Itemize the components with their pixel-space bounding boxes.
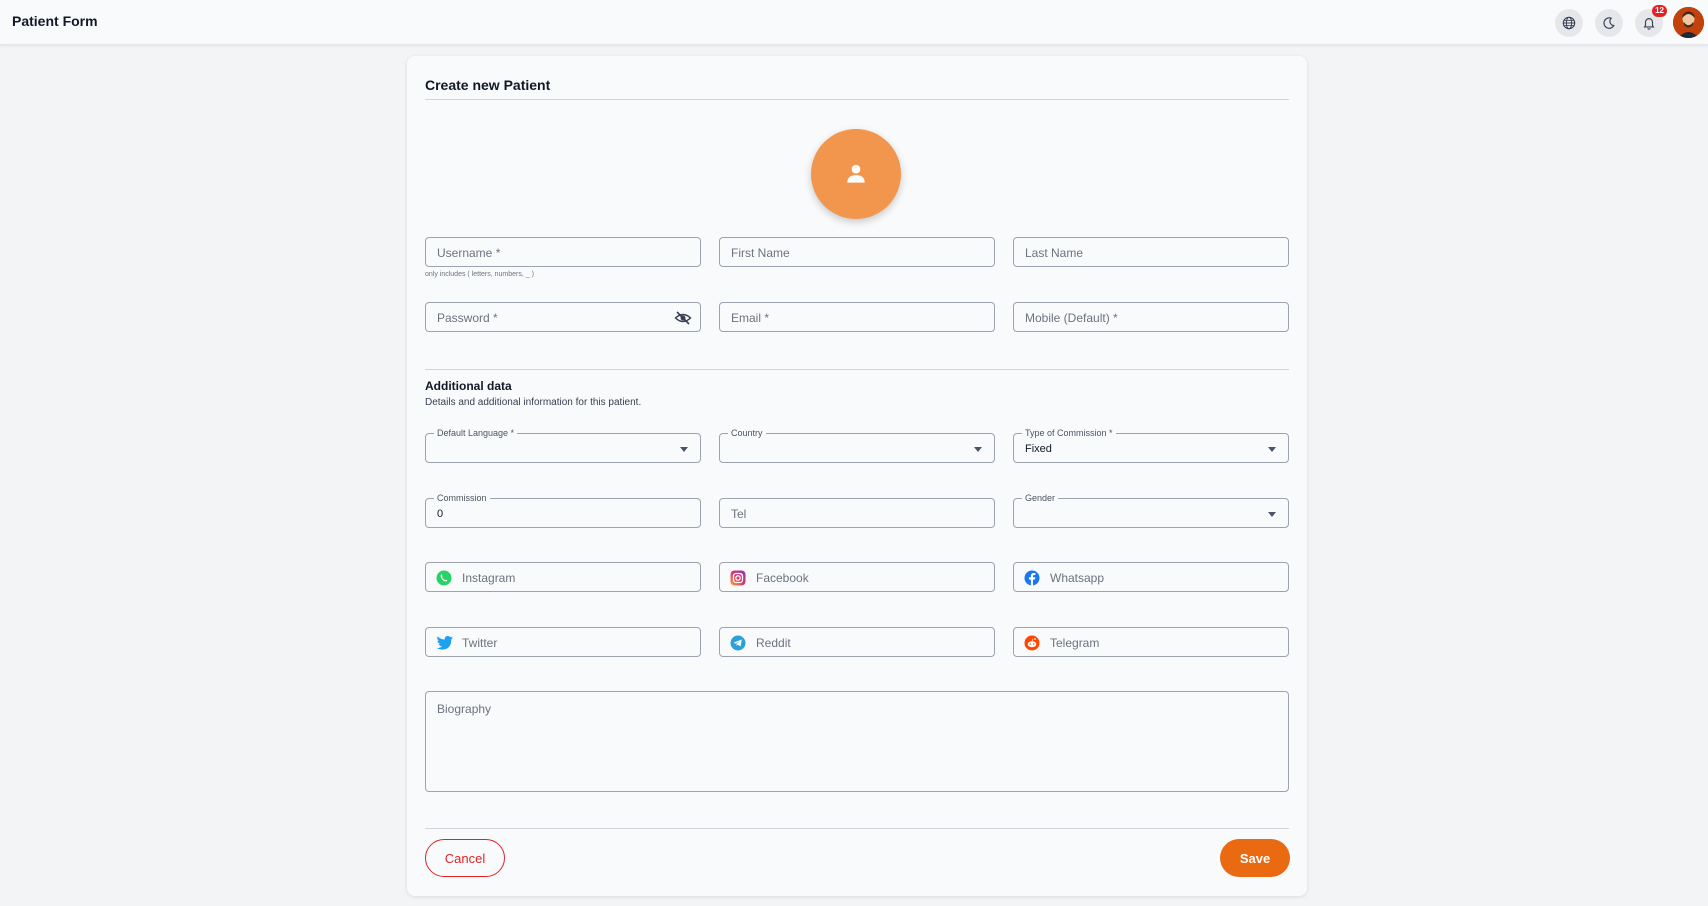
profile-photo-upload[interactable]: [811, 129, 901, 219]
username-field[interactable]: Username *: [425, 237, 701, 267]
first-name-placeholder: First Name: [731, 246, 790, 260]
commission-type-value: Fixed: [1025, 443, 1052, 455]
commission-type-select[interactable]: Type of Commission * Fixed: [1013, 428, 1289, 463]
country-select[interactable]: Country: [719, 428, 995, 463]
gender-select[interactable]: Gender: [1013, 493, 1289, 528]
mobile-field[interactable]: Mobile (Default) *: [1013, 302, 1289, 332]
page-title: Patient Form: [12, 13, 98, 29]
email-field[interactable]: Email *: [719, 302, 995, 332]
instagram-icon: [730, 570, 746, 586]
password-placeholder: Password *: [437, 311, 498, 325]
eye-off-icon[interactable]: [674, 310, 692, 331]
commission-type-label: Type of Commission *: [1022, 428, 1116, 438]
user-avatar[interactable]: [1673, 7, 1704, 38]
section-divider: [425, 369, 1289, 370]
twitter-placeholder: Twitter: [462, 636, 498, 650]
commission-field[interactable]: Commission 0: [425, 493, 701, 528]
twitter-field[interactable]: Twitter: [425, 627, 701, 657]
footer-divider: [425, 828, 1289, 829]
commission-value: 0: [437, 508, 444, 520]
chevron-down-icon: [974, 447, 982, 452]
moon-icon[interactable]: [1595, 8, 1623, 37]
tel-field[interactable]: Tel: [719, 498, 995, 528]
patient-form-card: Create new Patient Username * only inclu…: [407, 56, 1307, 896]
save-button[interactable]: Save: [1220, 839, 1290, 877]
password-field[interactable]: Password *: [425, 302, 701, 332]
instagram-placeholder: Instagram: [462, 571, 516, 585]
telegram-icon: [730, 635, 746, 651]
default-language-select[interactable]: Default Language *: [425, 428, 701, 463]
tel-placeholder: Tel: [731, 507, 747, 521]
person-icon: [847, 164, 865, 183]
reddit-icon: [1024, 635, 1040, 651]
reddit-placeholder: Reddit: [756, 636, 791, 650]
email-placeholder: Email *: [731, 311, 770, 325]
last-name-field[interactable]: Last Name: [1013, 237, 1289, 267]
additional-data-title: Additional data: [425, 379, 512, 393]
country-label: Country: [728, 428, 766, 438]
cancel-button[interactable]: Cancel: [425, 839, 505, 877]
title-divider: [425, 99, 1289, 100]
whatsapp-placeholder: Whatsapp: [1050, 571, 1105, 585]
telegram-placeholder: Telegram: [1050, 636, 1100, 650]
whatsapp-icon: [436, 570, 452, 586]
additional-data-subtitle: Details and additional information for t…: [425, 397, 642, 408]
default-language-label: Default Language *: [434, 428, 518, 438]
notification-badge: 12: [1652, 4, 1667, 17]
top-actions: 12: [1543, 4, 1704, 38]
facebook-icon: [1024, 570, 1040, 586]
whatsapp-field[interactable]: Whatsapp: [1013, 562, 1289, 592]
globe-icon[interactable]: [1555, 8, 1583, 37]
facebook-field[interactable]: Facebook: [719, 562, 995, 592]
first-name-field[interactable]: First Name: [719, 237, 995, 267]
chevron-down-icon: [1268, 447, 1276, 452]
bell-icon[interactable]: 12: [1635, 4, 1667, 37]
gender-label: Gender: [1022, 493, 1059, 503]
telegram-field[interactable]: Telegram: [1013, 627, 1289, 657]
facebook-placeholder: Facebook: [756, 571, 809, 585]
form-title: Create new Patient: [425, 77, 551, 93]
username-hint: only includes ( letters, numbers, _ ): [425, 271, 534, 278]
reddit-field[interactable]: Reddit: [719, 627, 995, 657]
twitter-icon: [436, 635, 453, 651]
top-bar: Patient Form 12: [0, 0, 1708, 45]
instagram-field[interactable]: Instagram: [425, 562, 701, 592]
chevron-down-icon: [680, 447, 688, 452]
biography-textarea[interactable]: Biography: [425, 691, 1289, 792]
mobile-placeholder: Mobile (Default) *: [1025, 311, 1118, 325]
commission-label: Commission: [434, 493, 490, 503]
chevron-down-icon: [1268, 512, 1276, 517]
last-name-placeholder: Last Name: [1025, 246, 1084, 260]
username-placeholder: Username *: [437, 246, 501, 260]
biography-placeholder: Biography: [437, 702, 492, 716]
